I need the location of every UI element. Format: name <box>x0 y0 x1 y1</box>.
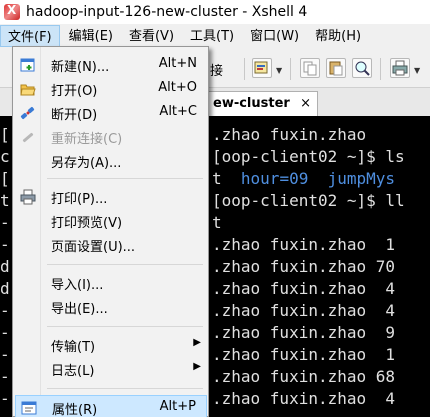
xshell-app-icon[interactable] <box>4 3 20 20</box>
paste-icon[interactable] <box>326 58 346 78</box>
terminal-line: .zhao fuxin.zhao 9 <box>212 323 396 342</box>
menu-item-label: 页面设置(U)... <box>51 240 136 255</box>
reconnect-icon <box>20 129 36 145</box>
terminal-left-char: - <box>0 389 10 408</box>
menu-item-save-as[interactable]: 另存为(A)... <box>15 149 207 173</box>
terminal-left-char: [ <box>0 125 10 144</box>
menu-edit[interactable]: 编辑(E) <box>62 25 120 47</box>
menu-item-shortcut: Alt+N <box>158 56 197 71</box>
terminal-text: t <box>212 169 241 188</box>
terminal-left-char: c <box>0 147 10 166</box>
menu-item-shortcut: Alt+C <box>159 104 197 119</box>
menu-item-label: 打印预览(V) <box>51 216 123 231</box>
menu-file[interactable]: 文件(F) <box>0 25 60 47</box>
terminal-line: .zhao fuxin.zhao 70 <box>212 257 396 276</box>
terminal-left-char: - <box>0 345 10 364</box>
menu-item-page-setup[interactable]: 页面设置(U)... <box>15 233 207 257</box>
menu-item-label: 打开(O) <box>51 84 98 99</box>
toolbar-connect-label[interactable]: 接 <box>210 60 223 79</box>
terminal-left-char: - <box>0 323 10 342</box>
copy-icon[interactable] <box>300 58 320 78</box>
submenu-arrow-icon: ▶ <box>193 361 201 372</box>
terminal-left-char: d <box>0 279 10 298</box>
menu-separator <box>47 178 203 179</box>
menu-item-new[interactable]: 新建(N)... Alt+N <box>15 53 207 77</box>
menu-item-log[interactable]: 日志(L) ▶ <box>15 357 207 381</box>
terminal-line: [oop-client02 ~]$ ls <box>212 147 405 166</box>
terminal-line: .zhao fuxin.zhao 4 <box>212 301 396 320</box>
find-icon[interactable] <box>352 58 372 78</box>
menu-item-label: 属性(R) <box>52 403 98 417</box>
menu-item-label: 导出(E)... <box>51 302 108 317</box>
menu-item-label: 重新连接(C) <box>51 132 123 147</box>
menu-separator <box>47 264 203 265</box>
menu-item-import[interactable]: 导入(I)... <box>15 271 207 295</box>
terminal-line: .zhao fuxin.zhao 1 <box>212 235 396 254</box>
terminal-left-char: - <box>0 367 10 386</box>
menu-item-label: 断开(D) <box>51 108 98 123</box>
terminal-line: .zhao fuxin.zhao 1 <box>212 345 396 364</box>
window-title: hadoop-input-126-new-cluster - Xshell 4 <box>26 4 308 20</box>
terminal-left-char: d <box>0 257 10 276</box>
session-tab[interactable]: ew-cluster × <box>200 91 318 116</box>
chevron-down-icon[interactable]: ▼ <box>414 66 420 75</box>
submenu-arrow-icon: ▶ <box>193 337 201 348</box>
menu-help[interactable]: 帮助(H) <box>308 25 368 47</box>
title-bar: hadoop-input-126-new-cluster - Xshell 4 <box>0 0 430 24</box>
menu-bar: 文件(F) 编辑(E) 查看(V) 工具(T) 窗口(W) 帮助(H) <box>0 24 430 48</box>
menu-item-label: 导入(I)... <box>51 278 104 293</box>
terminal-line: .zhao fuxin.zhao <box>212 125 367 144</box>
toolbar-separator <box>244 58 245 80</box>
folder-open-icon <box>20 81 36 97</box>
terminal-line: .zhao fuxin.zhao 68 <box>212 367 396 386</box>
menu-item-shortcut: Alt+P <box>159 399 196 414</box>
terminal-line: [oop-client02 ~]$ ll <box>212 191 405 210</box>
menu-window[interactable]: 窗口(W) <box>243 25 306 47</box>
menu-item-export[interactable]: 导出(E)... <box>15 295 207 319</box>
printer-icon <box>20 189 36 205</box>
toolbar-separator <box>380 58 381 80</box>
menu-item-disconnect[interactable]: 断开(D) Alt+C <box>15 101 207 125</box>
menu-tools[interactable]: 工具(T) <box>183 25 241 47</box>
menu-separator <box>47 388 203 389</box>
menu-item-shortcut: Alt+O <box>158 80 197 95</box>
terminal-directory-text: hour=09 jumpMys <box>240 169 396 188</box>
menu-item-reconnect: 重新连接(C) <box>15 125 207 149</box>
menu-item-label: 另存为(A)... <box>51 156 122 171</box>
terminal-left-char: - <box>0 213 10 232</box>
menu-item-print[interactable]: 打印(P)... <box>15 185 207 209</box>
menu-item-label: 新建(N)... <box>51 60 110 75</box>
session-tab-label: ew-cluster <box>213 96 290 111</box>
terminal-left-char: t <box>0 191 10 210</box>
menu-item-label: 日志(L) <box>51 364 95 379</box>
menu-view[interactable]: 查看(V) <box>122 25 181 47</box>
file-menu-dropdown: 新建(N)... Alt+N 打开(O) Alt+O 断开(D) Alt+C 重… <box>12 46 209 417</box>
menu-item-label: 打印(P)... <box>51 192 108 207</box>
menu-separator <box>47 326 203 327</box>
menu-item-label: 传输(T) <box>51 340 96 355</box>
chevron-down-icon[interactable]: ▼ <box>276 66 282 75</box>
session-manager-icon[interactable] <box>252 58 272 78</box>
close-icon[interactable]: × <box>300 96 311 111</box>
terminal-left-char: - <box>0 301 10 320</box>
menu-item-open[interactable]: 打开(O) Alt+O <box>15 77 207 101</box>
terminal-line: t hour=09 jumpMys <box>212 168 395 190</box>
print-icon[interactable] <box>390 58 410 78</box>
menu-item-print-preview[interactable]: 打印预览(V) <box>15 209 207 233</box>
menu-item-transfer[interactable]: 传输(T) ▶ <box>15 333 207 357</box>
terminal-left-char: - <box>0 235 10 254</box>
new-session-icon <box>20 57 36 73</box>
toolbar-separator <box>290 58 291 80</box>
terminal-line: .zhao fuxin.zhao 4 <box>212 389 396 408</box>
terminal-line: t <box>212 213 222 232</box>
disconnect-icon <box>20 105 36 121</box>
properties-icon <box>21 400 37 416</box>
terminal-line: .zhao fuxin.zhao 4 <box>212 279 396 298</box>
terminal-left-char: [ <box>0 169 10 188</box>
menu-item-properties[interactable]: 属性(R) Alt+P <box>15 395 207 417</box>
